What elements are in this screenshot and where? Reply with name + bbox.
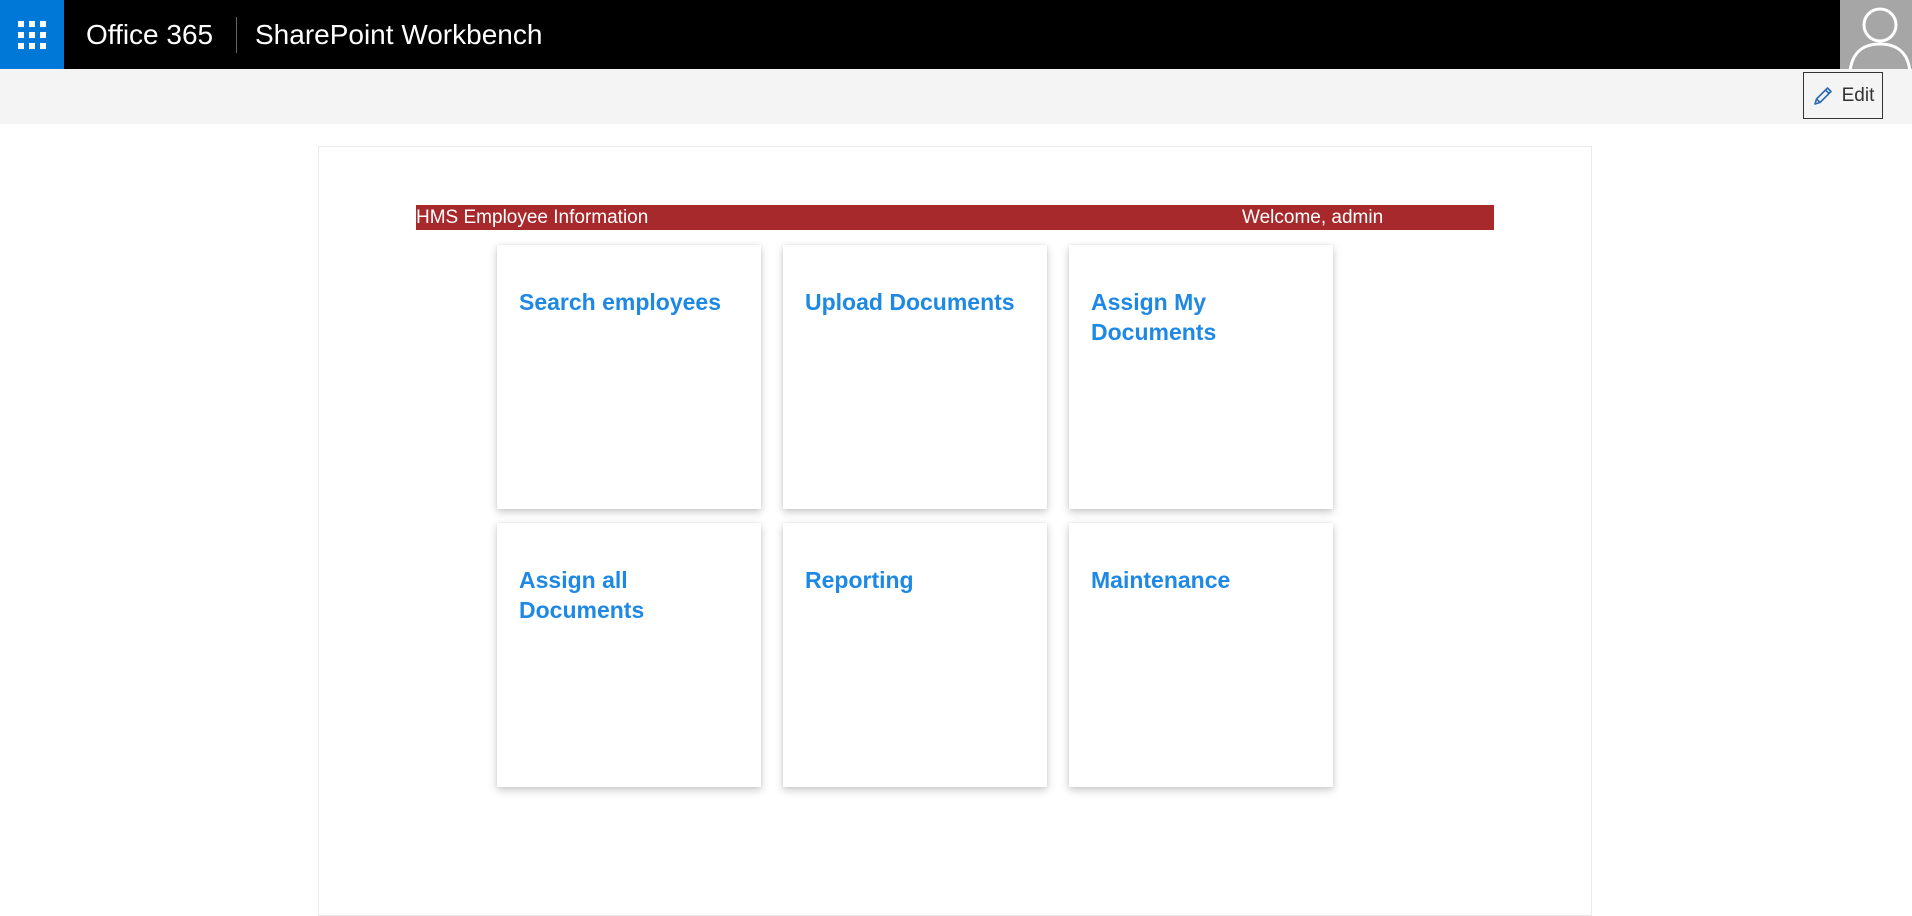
- tile-maintenance[interactable]: Maintenance: [1069, 523, 1333, 787]
- edit-button[interactable]: Edit: [1803, 72, 1883, 119]
- tile-assign-my-documents[interactable]: Assign My Documents: [1069, 245, 1333, 509]
- waffle-icon: [18, 20, 46, 49]
- tile-label: Search employees: [519, 289, 722, 315]
- edit-button-label: Edit: [1841, 84, 1875, 106]
- tile-label: Upload Documents: [805, 289, 1015, 315]
- tile-upload-documents[interactable]: Upload Documents: [783, 245, 1047, 509]
- office365-brand-link[interactable]: Office 365: [86, 0, 213, 69]
- welcome-text: Welcome, admin: [1242, 207, 1384, 228]
- tile-label: Maintenance: [1091, 567, 1231, 593]
- user-avatar-icon: [1848, 7, 1912, 69]
- tile-label: Assign My Documents: [1091, 289, 1217, 345]
- app-title: SharePoint Workbench: [255, 19, 543, 50]
- pencil-icon: [1813, 86, 1832, 105]
- tile-label: Assign all Documents: [519, 567, 645, 623]
- app-launcher-button[interactable]: [0, 0, 64, 69]
- webpart-title: HMS Employee Information: [416, 207, 649, 228]
- tile-search-employees[interactable]: Search employees: [497, 245, 761, 509]
- webpart-header: HMS Employee Information Welcome, admin: [416, 205, 1494, 230]
- user-avatar-button[interactable]: [1840, 0, 1912, 69]
- command-bar: [0, 69, 1912, 124]
- tile-reporting[interactable]: Reporting: [783, 523, 1047, 787]
- tile-assign-all-documents[interactable]: Assign all Documents: [497, 523, 761, 787]
- tile-label: Reporting: [805, 567, 914, 593]
- suite-bar: Office 365 SharePoint Workbench: [0, 0, 1912, 69]
- brand-divider: [236, 17, 237, 53]
